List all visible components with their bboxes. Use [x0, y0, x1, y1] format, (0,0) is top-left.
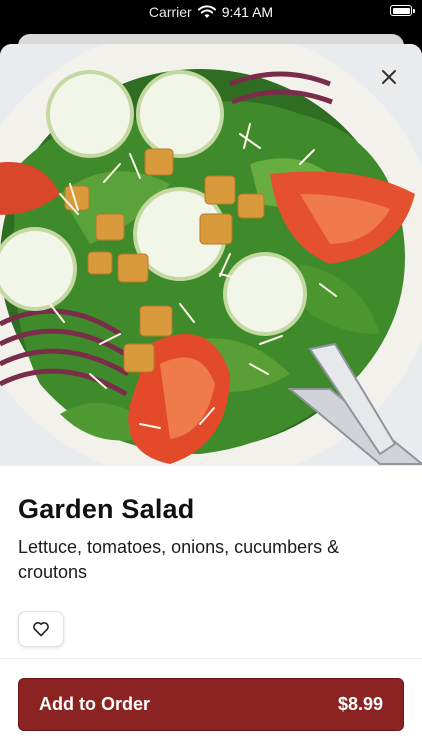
add-to-order-button[interactable]: Add to Order $8.99 — [18, 678, 404, 731]
add-to-order-label: Add to Order — [39, 694, 150, 714]
status-time: 9:41 AM — [221, 4, 274, 20]
price-label: $8.99 — [337, 694, 383, 714]
close-button[interactable] — [372, 60, 406, 94]
carrier-label: Carrier — [148, 4, 192, 20]
item-detail-sheet: Garden Salad Lettuce, tomatoes, onions, … — [0, 44, 422, 750]
salad-illustration — [0, 44, 422, 466]
item-photo — [0, 44, 422, 466]
item-title: Garden Salad — [18, 494, 195, 524]
battery-icon — [390, 5, 415, 16]
status-bar: Carrier 9:41 AM — [0, 0, 422, 24]
heart-outline-icon — [33, 622, 49, 637]
favorite-button[interactable] — [18, 611, 64, 647]
wifi-icon — [197, 5, 216, 18]
item-description: Lettuce, tomatoes, onions, cucumbers & c… — [18, 537, 340, 582]
status-center: Carrier 9:41 AM — [0, 4, 422, 20]
divider — [0, 658, 422, 659]
close-icon — [382, 70, 396, 84]
